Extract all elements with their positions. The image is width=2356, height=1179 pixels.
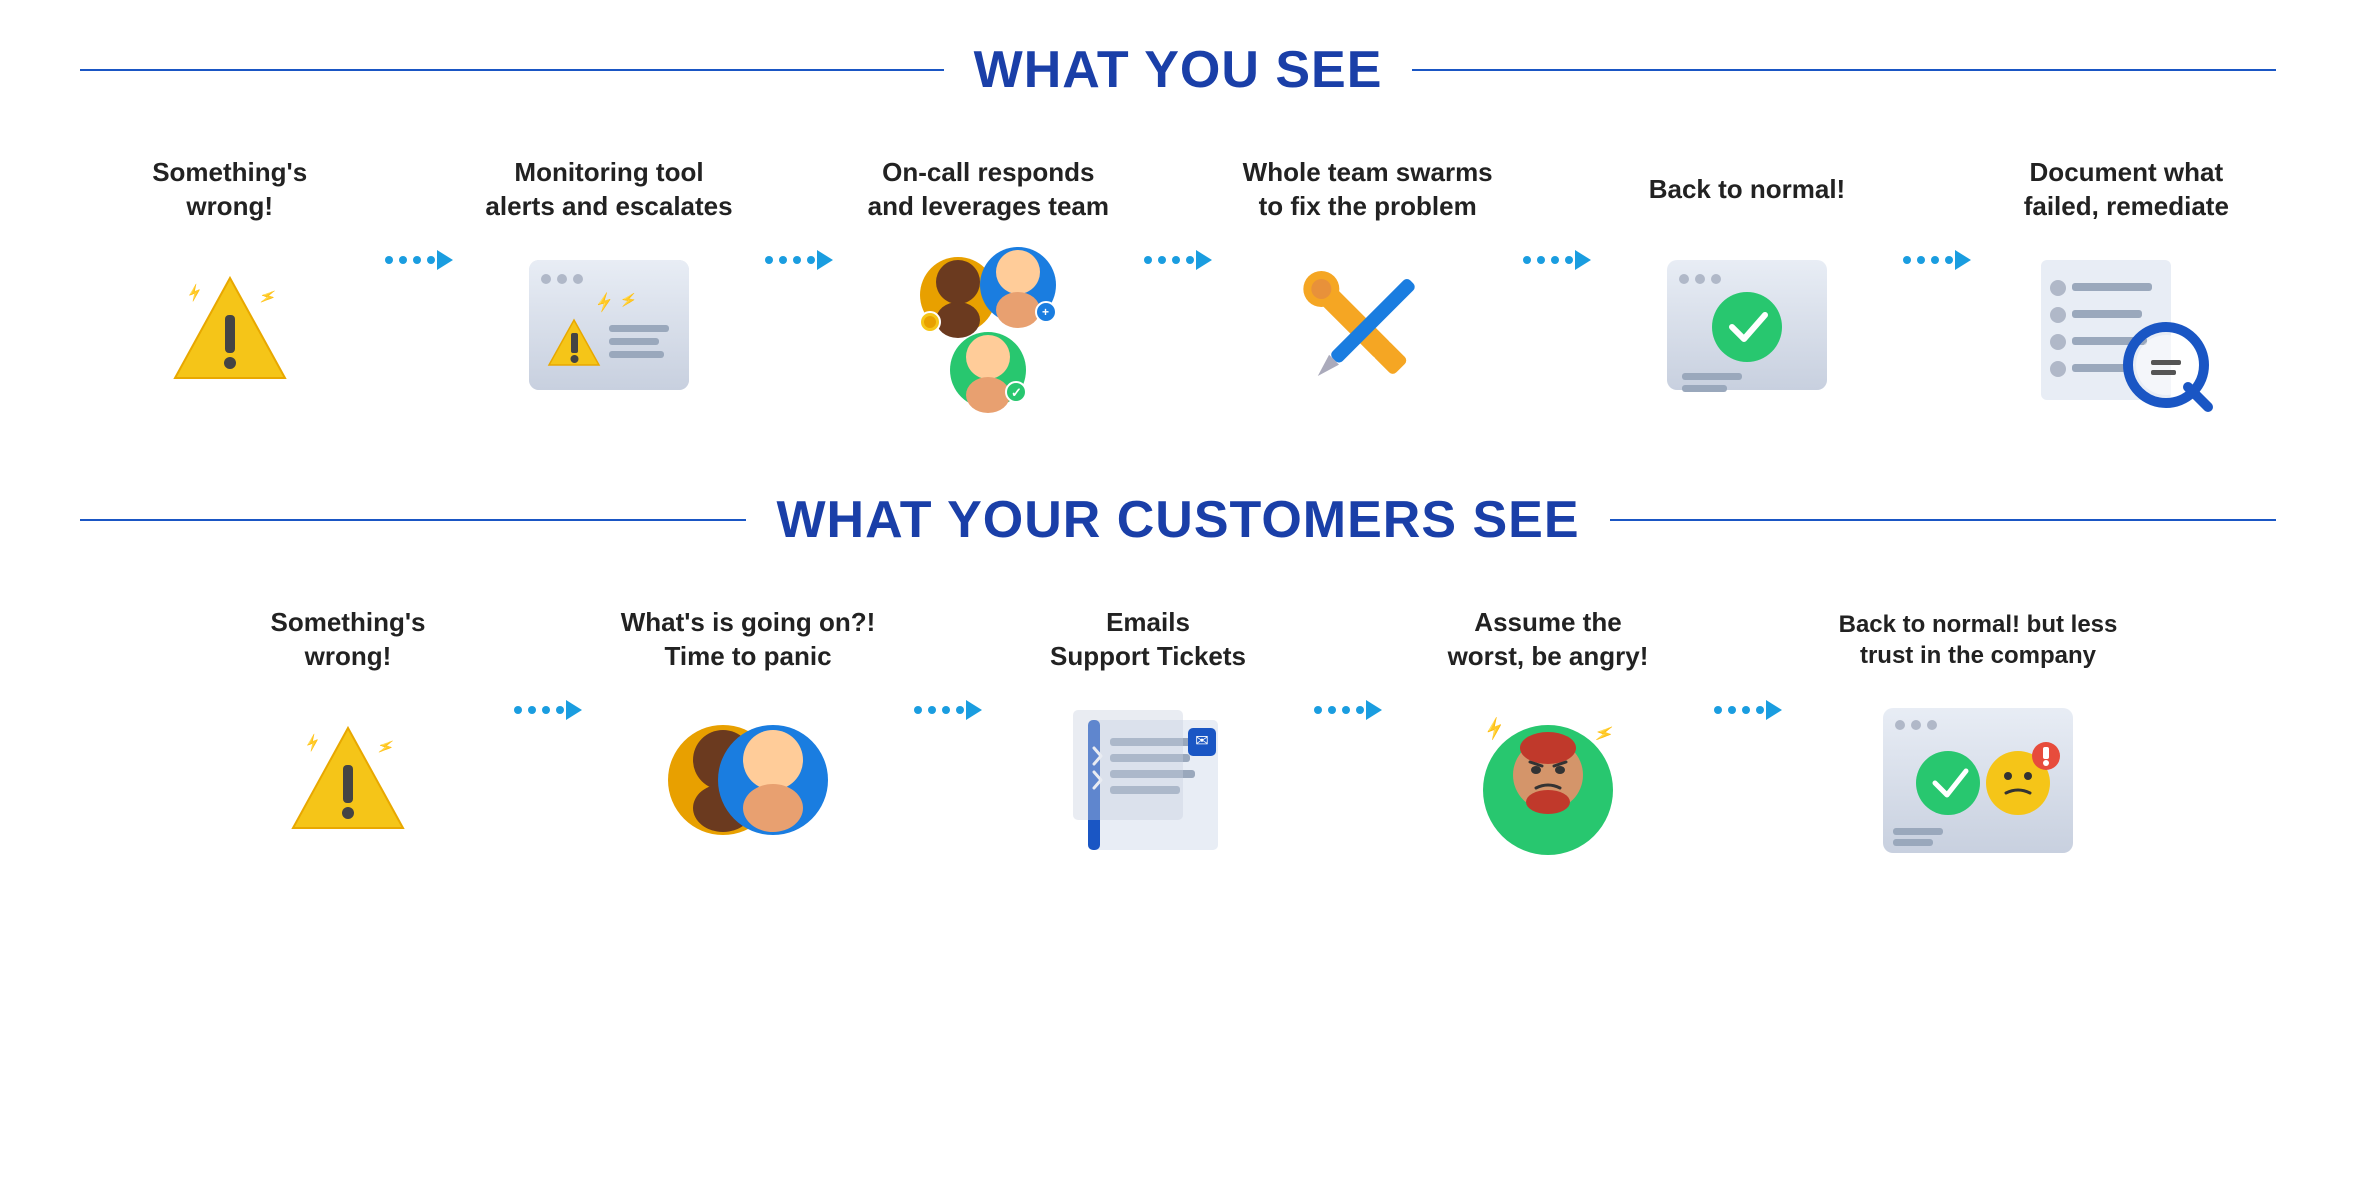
flow2-item-3-label: EmailsSupport Tickets <box>1050 600 1246 680</box>
flow-item-1-label: Something'swrong! <box>152 150 307 230</box>
flow-item-5-label: Back to normal! <box>1649 150 1846 230</box>
flow-item-4-icon <box>1288 250 1448 410</box>
flow2-item-2-label: What's is going on?!Time to panic <box>621 600 876 680</box>
flow-item-4-label: Whole team swarmsto fix the problem <box>1243 150 1493 230</box>
flow2-item-4: Assume theworst, be angry! <box>1388 600 1708 860</box>
flow2-item-3: EmailsSupport Tickets <box>988 600 1308 860</box>
section2-title: WHAT YOUR CUSTOMERS SEE <box>776 490 1579 550</box>
flow-item-3: On-call respondsand leverages team <box>839 150 1138 410</box>
arrow2-4 <box>1708 600 1788 740</box>
svg-text:⚡: ⚡ <box>302 732 324 754</box>
section1-flow: Something'swrong! ⚡ ⚡ <box>80 150 2276 410</box>
arrow2-2 <box>908 600 988 740</box>
svg-text:⚡: ⚡ <box>256 286 278 308</box>
header2-line-right <box>1610 519 2276 521</box>
svg-text:⚡: ⚡ <box>1480 714 1509 742</box>
flow-item-5: Back to normal! <box>1597 150 1896 410</box>
flow-item-2-label: Monitoring toolalerts and escalates <box>485 150 732 230</box>
flow2-item-5: Back to normal! but lesstrust in the com… <box>1788 600 2168 860</box>
flow-item-5-icon <box>1667 250 1827 410</box>
flow-item-2-icon: ⚡ ⚡ <box>529 250 689 410</box>
flow2-item-2: What's is going on?!Time to panic <box>588 600 908 860</box>
flow2-item-1-icon: ⚡ ⚡ <box>268 700 428 860</box>
arrow-4 <box>1517 150 1597 290</box>
header-line-left <box>80 69 944 71</box>
flow-item-4: Whole team swarmsto fix the problem <box>1218 150 1517 410</box>
section1-title: WHAT YOU SEE <box>974 40 1383 100</box>
section1-header: WHAT YOU SEE <box>80 40 2276 100</box>
flow2-item-4-icon: ⚡ ⚡ <box>1468 700 1628 860</box>
header2-line-left <box>80 519 746 521</box>
flow2-item-4-label: Assume theworst, be angry! <box>1448 600 1649 680</box>
arrow-5 <box>1897 150 1977 290</box>
flow-item-1: Something'swrong! ⚡ ⚡ <box>80 150 379 410</box>
flow-item-1-icon: ⚡ ⚡ <box>150 250 310 410</box>
flow-item-3-icon: + ✓ <box>908 250 1068 410</box>
svg-text:✉: ✉ <box>1195 733 1208 750</box>
arrow-2 <box>759 150 839 290</box>
header-line-right <box>1412 69 2276 71</box>
svg-text:✓: ✓ <box>1011 385 1022 400</box>
flow-item-3-label: On-call respondsand leverages team <box>868 150 1109 230</box>
svg-text:⚡: ⚡ <box>1592 721 1617 746</box>
flow2-item-5-label: Back to normal! but lesstrust in the com… <box>1839 600 2118 680</box>
svg-text:⚡: ⚡ <box>183 282 205 304</box>
section2-header: WHAT YOUR CUSTOMERS SEE <box>80 490 2276 550</box>
section2-flow: Something'swrong! ⚡ ⚡ <box>80 600 2276 860</box>
svg-text:⚡: ⚡ <box>375 736 397 758</box>
flow2-item-3-icon: ✉ <box>1068 700 1228 860</box>
svg-text:+: + <box>1042 305 1049 319</box>
flow2-item-5-icon <box>1898 700 2058 860</box>
section-what-customers-see: WHAT YOUR CUSTOMERS SEE Something'swrong… <box>80 490 2276 860</box>
flow2-item-1-label: Something'swrong! <box>271 600 426 680</box>
arrow2-3 <box>1308 600 1388 740</box>
flow-item-6: Document whatfailed, remediate <box>1977 150 2276 410</box>
arrow-3 <box>1138 150 1218 290</box>
flow2-item-1: Something'swrong! ⚡ ⚡ <box>188 600 508 860</box>
page: WHAT YOU SEE Something'swrong! ⚡ ⚡ <box>0 0 2356 970</box>
arrow-1 <box>379 150 459 290</box>
flow-item-6-icon <box>2046 250 2206 410</box>
flow-item-6-label: Document whatfailed, remediate <box>2024 150 2229 230</box>
arrow2-1 <box>508 600 588 740</box>
flow-item-2: Monitoring toolalerts and escalates <box>459 150 758 410</box>
section-what-you-see: WHAT YOU SEE Something'swrong! ⚡ ⚡ <box>80 40 2276 410</box>
flow2-item-2-icon <box>668 700 828 860</box>
